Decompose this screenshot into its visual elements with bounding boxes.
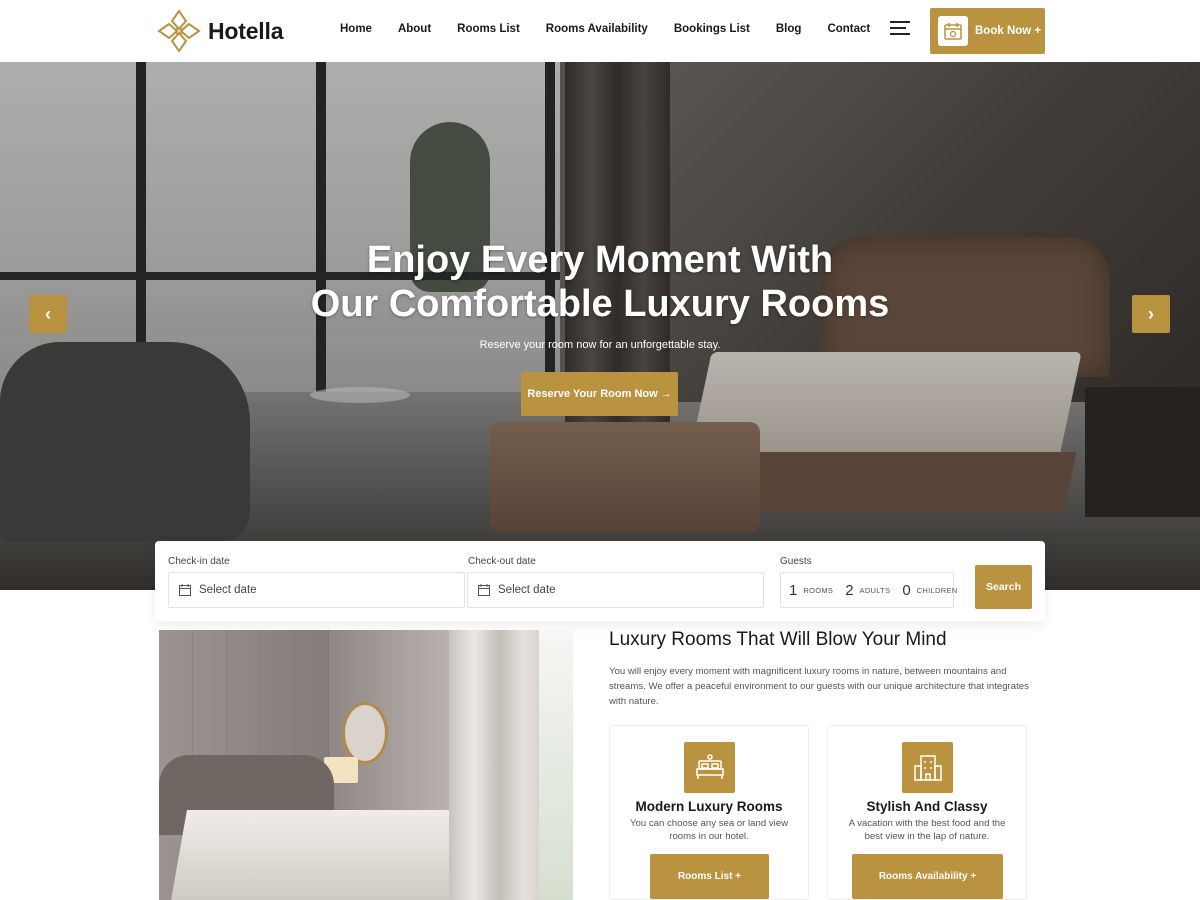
calendar-icon bbox=[938, 16, 968, 46]
booking-form: Check-in date Select date Check-out date… bbox=[155, 541, 1045, 621]
slider-next-button[interactable]: › bbox=[1132, 295, 1170, 333]
hero-title: Enjoy Every Moment With Our Comfortable … bbox=[0, 238, 1200, 326]
window bbox=[539, 630, 573, 900]
calendar-icon bbox=[179, 584, 191, 596]
book-now-button[interactable]: Book Now + bbox=[930, 8, 1045, 54]
bed bbox=[171, 810, 467, 900]
section-description: You will enjoy every moment with magnifi… bbox=[609, 666, 1029, 707]
hero-subtitle: Reserve your room now for an unforgettab… bbox=[479, 339, 721, 351]
bed-icon bbox=[684, 742, 735, 793]
nav-blog[interactable]: Blog bbox=[776, 23, 802, 35]
rooms-availability-button[interactable]: Rooms Availability + bbox=[852, 854, 1003, 899]
nav-rooms-list[interactable]: Rooms List bbox=[457, 23, 520, 35]
feature-card-luxury-rooms: Modern Luxury Rooms You can choose any s… bbox=[609, 725, 809, 900]
adults-label: ADULTS bbox=[859, 585, 891, 595]
room-photo bbox=[159, 630, 573, 900]
calendar-icon bbox=[478, 584, 490, 596]
nav-contact[interactable]: Contact bbox=[827, 23, 870, 35]
card-text: A vacation with the best food and the be… bbox=[848, 818, 1006, 842]
brand-name: Hotella bbox=[208, 17, 284, 44]
children-label: CHILDREN bbox=[916, 585, 958, 595]
checkout-placeholder: Select date bbox=[498, 584, 556, 596]
checkin-label: Check-in date bbox=[168, 556, 230, 567]
logo-mark-icon bbox=[157, 9, 201, 53]
nav-about[interactable]: About bbox=[398, 23, 431, 35]
guests-label: Guests bbox=[780, 556, 812, 567]
book-now-label: Book Now + bbox=[975, 25, 1042, 37]
rooms-label: ROOMS bbox=[803, 585, 834, 595]
hamburger-icon[interactable] bbox=[890, 21, 912, 39]
checkin-date-field[interactable]: Select date bbox=[168, 572, 465, 608]
card-title: Modern Luxury Rooms bbox=[635, 799, 783, 814]
nav-rooms-availability[interactable]: Rooms Availability bbox=[546, 23, 648, 35]
slider-prev-button[interactable]: ‹ bbox=[29, 295, 67, 333]
site-header: Hotella Home About Rooms List Rooms Avai… bbox=[0, 0, 1200, 62]
nav-home[interactable]: Home bbox=[340, 23, 372, 35]
chevron-right-icon: › bbox=[1148, 303, 1154, 324]
reserve-room-button[interactable]: Reserve Your Room Now → bbox=[521, 372, 678, 416]
hero-title-line2: Our Comfortable Luxury Rooms bbox=[310, 283, 890, 325]
main-nav: Home About Rooms List Rooms Availability… bbox=[340, 23, 870, 35]
rooms-list-button[interactable]: Rooms List + bbox=[650, 854, 769, 899]
children-count: 0 bbox=[902, 581, 911, 599]
card-text: You can choose any sea or land view room… bbox=[629, 818, 789, 842]
nav-bookings-list[interactable]: Bookings List bbox=[674, 23, 750, 35]
guests-selector[interactable]: 1 ROOMS 2 ADULTS 0 CHILDREN bbox=[780, 572, 957, 608]
checkin-placeholder: Select date bbox=[199, 584, 257, 596]
curtain bbox=[449, 630, 549, 900]
search-button[interactable]: Search bbox=[975, 565, 1032, 609]
chevron-left-icon: ‹ bbox=[45, 303, 51, 324]
section-title: Luxury Rooms That Will Blow Your Mind bbox=[609, 629, 947, 650]
card-title: Stylish And Classy bbox=[866, 799, 988, 814]
hero-title-line1: Enjoy Every Moment With bbox=[366, 239, 834, 281]
building-icon bbox=[902, 742, 953, 793]
rooms-count: 1 bbox=[789, 581, 798, 599]
feature-card-stylish: Stylish And Classy A vacation with the b… bbox=[827, 725, 1027, 900]
logo[interactable]: Hotella bbox=[156, 8, 283, 54]
checkout-date-field[interactable]: Select date bbox=[467, 572, 764, 608]
hero-overlay bbox=[0, 62, 1200, 590]
adults-count: 2 bbox=[845, 581, 854, 599]
checkout-label: Check-out date bbox=[468, 556, 536, 567]
hero-banner: Enjoy Every Moment With Our Comfortable … bbox=[0, 62, 1200, 590]
mirror bbox=[342, 702, 388, 764]
